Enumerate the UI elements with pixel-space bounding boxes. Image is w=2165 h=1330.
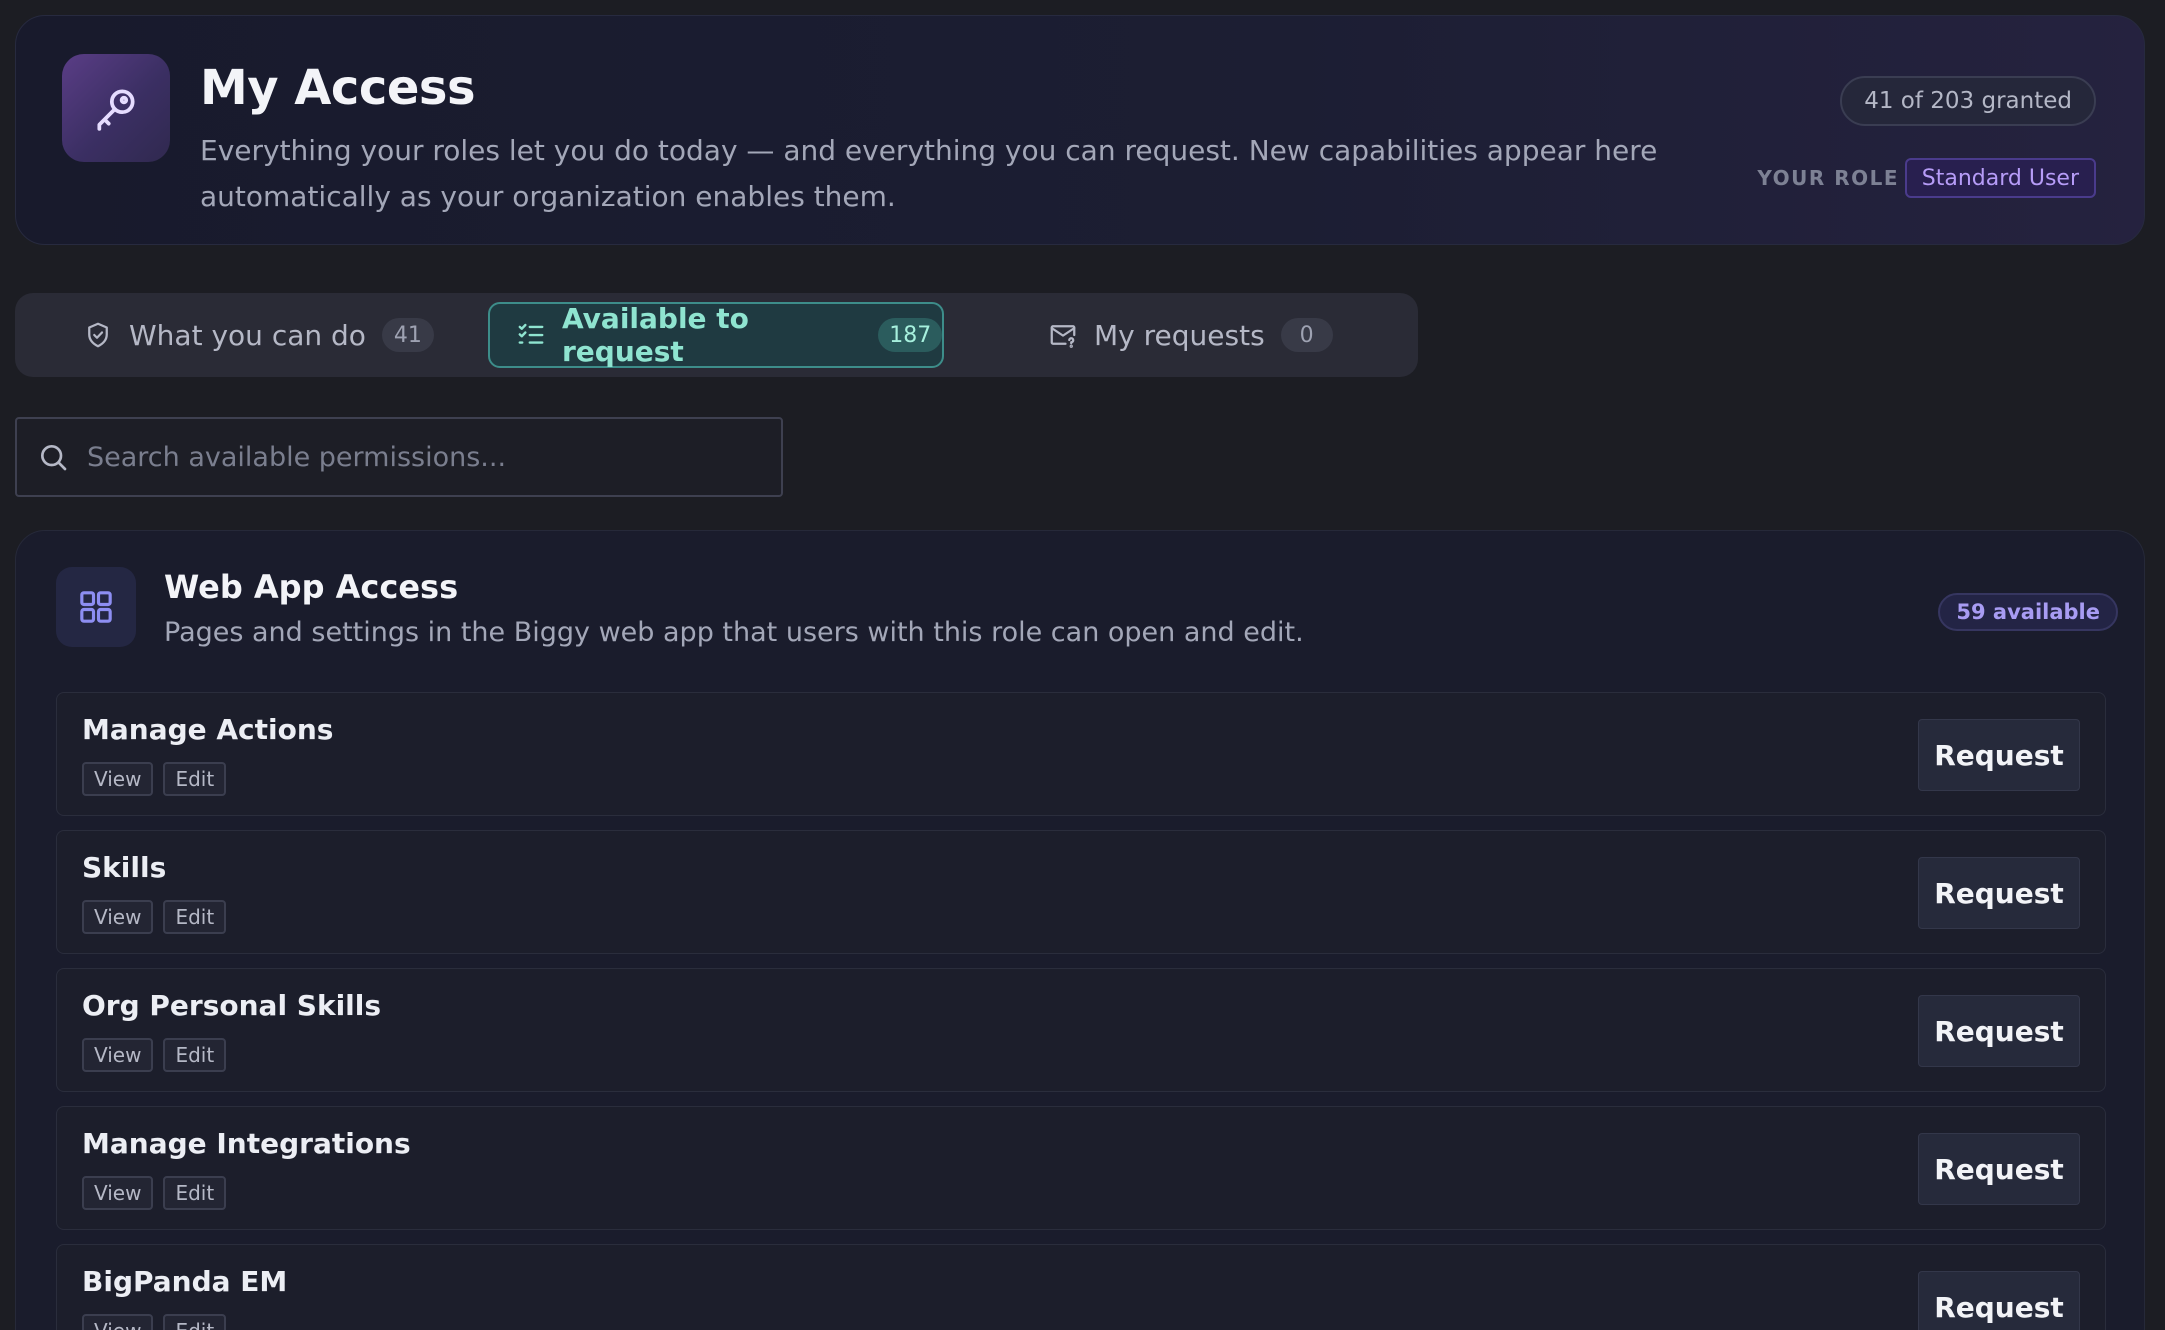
permission-chip-view: View: [82, 762, 154, 796]
my-access-page: My Access Everything your roles let you …: [0, 0, 2165, 1330]
access-tabs: What you can do 41 Available to request …: [15, 293, 1418, 377]
tab-count: 0: [1280, 318, 1333, 352]
request-button[interactable]: Request: [1918, 995, 2080, 1067]
search-box: [15, 417, 783, 497]
grid-icon: [56, 567, 136, 647]
key-icon: [62, 54, 170, 162]
permission-name: Manage Actions: [82, 713, 334, 746]
granted-count-badge: 41 of 203 granted: [1840, 76, 2096, 126]
permission-chip-edit: Edit: [163, 1038, 227, 1072]
permission-chip-view: View: [82, 1176, 154, 1210]
section-title: Web App Access: [164, 568, 459, 606]
permission-row: Manage Integrations View Edit Request: [56, 1106, 2106, 1230]
permission-name: Manage Integrations: [82, 1127, 411, 1160]
permission-name: BigPanda EM: [82, 1265, 288, 1298]
tab-count: 187: [878, 318, 942, 352]
web-app-access-section: Web App Access Pages and settings in the…: [15, 530, 2145, 1330]
permission-name: Org Personal Skills: [82, 989, 382, 1022]
mail-question-icon: [1048, 320, 1078, 350]
shield-check-icon: [83, 320, 113, 350]
permission-chip-edit: Edit: [163, 1176, 227, 1210]
tab-label: What you can do: [129, 318, 366, 352]
page-subtitle: Everything your roles let you do today —…: [200, 134, 1658, 213]
permission-chip-edit: Edit: [163, 1314, 227, 1330]
tab-my-requests[interactable]: My requests 0: [1048, 302, 1333, 368]
request-button[interactable]: Request: [1918, 857, 2080, 929]
request-button[interactable]: Request: [1918, 1271, 2080, 1330]
permission-chip-view: View: [82, 1038, 154, 1072]
permission-chip-edit: Edit: [163, 900, 227, 934]
request-button[interactable]: Request: [1918, 1133, 2080, 1205]
role-label: YOUR ROLE: [1757, 166, 1899, 190]
permission-name: Skills: [82, 851, 167, 884]
checklist-icon: [516, 320, 546, 350]
page-title: My Access: [200, 60, 476, 116]
tab-available-to-request[interactable]: Available to request 187: [488, 302, 944, 368]
search-input[interactable]: [87, 441, 767, 473]
search-icon: [37, 441, 69, 473]
permission-chip-view: View: [82, 900, 154, 934]
section-description: Pages and settings in the Biggy web app …: [164, 617, 1304, 648]
tab-count: 41: [381, 318, 434, 352]
permission-chip-view: View: [82, 1314, 154, 1330]
permission-row: Skills View Edit Request: [56, 830, 2106, 954]
tab-label: My requests: [1094, 318, 1265, 352]
tab-label: Available to request: [562, 302, 749, 368]
permission-row: Manage Actions View Edit Request: [56, 692, 2106, 816]
available-count-badge: 59 available: [1938, 593, 2118, 631]
permission-row: BigPanda EM View Edit Request: [56, 1244, 2106, 1330]
page-header: My Access Everything your roles let you …: [15, 15, 2145, 245]
tab-what-you-can-do[interactable]: What you can do 41: [83, 302, 434, 368]
permission-row: Org Personal Skills View Edit Request: [56, 968, 2106, 1092]
request-button[interactable]: Request: [1918, 719, 2080, 791]
role-badge: Standard User: [1904, 158, 2096, 198]
permission-chip-edit: Edit: [163, 762, 227, 796]
